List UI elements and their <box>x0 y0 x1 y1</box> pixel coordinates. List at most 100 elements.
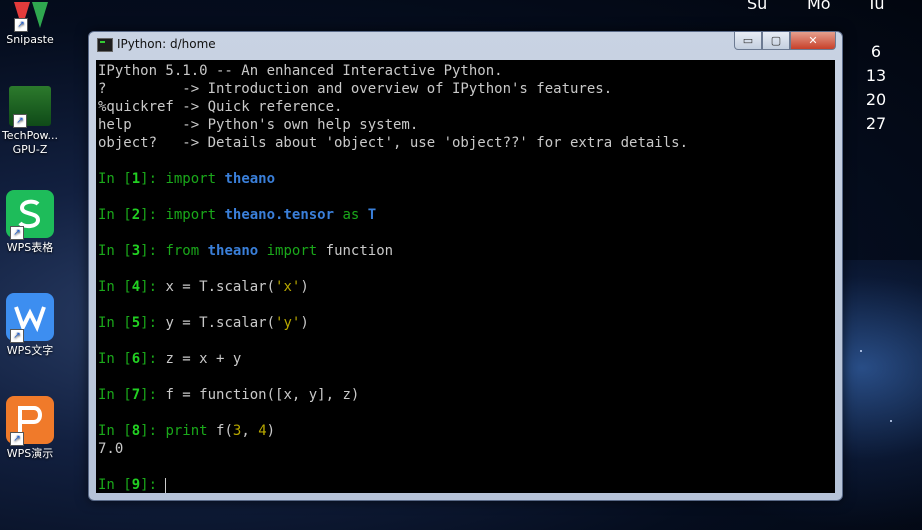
keyword: print <box>165 423 208 439</box>
code-text: f = function([x, y], z) <box>165 387 360 403</box>
wps-writer-icon: ↗ <box>6 293 54 343</box>
code-text: z = x + y <box>165 351 242 367</box>
wps-spreadsheet-icon: ↗ <box>6 190 54 240</box>
star <box>890 420 892 422</box>
code-text: y = T.scalar( <box>165 315 276 331</box>
ipython-window[interactable]: IPython: d/home ▭ ▢ ✕ IPython 5.1.0 -- A… <box>88 31 843 501</box>
keyword: as <box>342 207 360 223</box>
string-literal: 'x' <box>275 279 301 295</box>
banner-line: %quickref -> Quick reference. <box>98 99 343 115</box>
desktop-icon-gpuz[interactable]: ↗ TechPow... GPU-Z <box>0 86 60 157</box>
prompt-close: ]: <box>140 315 166 331</box>
keyword: from <box>165 243 200 259</box>
module-name: theano.tensor <box>224 207 335 223</box>
input-cell-3: In [3]: from theano import function <box>98 242 393 260</box>
code-text: x = T.scalar( <box>165 279 276 295</box>
string-literal: 'y' <box>275 315 301 331</box>
window-title: IPython: d/home <box>117 37 216 51</box>
prompt-number: 6 <box>131 351 141 367</box>
desktop-icon-wps-spreadsheet[interactable]: ↗ WPS表格 <box>0 190 60 255</box>
prompt-close: ]: <box>140 387 166 403</box>
console-output[interactable]: IPython 5.1.0 -- An enhanced Interactive… <box>96 60 835 493</box>
star <box>860 350 862 352</box>
prompt-close: ]: <box>140 243 166 259</box>
text-cursor <box>165 477 167 493</box>
prompt-number: 4 <box>131 279 141 295</box>
input-cell-7: In [7]: f = function([x, y], z) <box>98 386 359 404</box>
prompt-number: 5 <box>131 315 141 331</box>
desktop-icon-label: WPS演示 <box>6 447 54 460</box>
banner-line: object? -> Details about 'object', use '… <box>98 135 689 151</box>
desktop-icon-label: Snipaste <box>6 33 54 46</box>
module-name: theano <box>207 243 259 259</box>
desktop-icon-wps-presentation[interactable]: ↗ WPS演示 <box>0 396 60 461</box>
prompt-in: In [ <box>98 207 132 223</box>
prompt-number: 2 <box>131 207 141 223</box>
shortcut-arrow-icon: ↗ <box>10 226 24 240</box>
prompt-close: ]: <box>140 477 166 493</box>
code-text: , <box>241 423 259 439</box>
shortcut-arrow-icon: ↗ <box>14 18 28 32</box>
input-cell-1: In [1]: import theano <box>98 170 275 188</box>
code-text: ) <box>266 423 276 439</box>
banner-line: ? -> Introduction and overview of IPytho… <box>98 81 613 97</box>
code-text: function <box>325 243 394 259</box>
desktop-icon-label: TechPow... <box>1 129 59 142</box>
window-titlebar[interactable]: IPython: d/home ▭ ▢ ✕ <box>89 32 842 58</box>
prompt-in: In [ <box>98 243 132 259</box>
output-line: 7.0 <box>98 441 124 457</box>
prompt-close: ]: <box>140 423 166 439</box>
calendar-header-su: Su <box>747 0 768 13</box>
input-cell-4: In [4]: x = T.scalar('x') <box>98 278 309 296</box>
prompt-close: ]: <box>140 351 166 367</box>
desktop-icon-label-2: GPU-Z <box>12 143 48 156</box>
prompt-number: 1 <box>131 171 141 187</box>
prompt-number: 9 <box>131 477 141 493</box>
console-app-icon[interactable] <box>97 38 113 52</box>
calendar-header-tu: Tu <box>867 0 885 13</box>
maximize-button[interactable]: ▢ <box>762 32 790 50</box>
prompt-in: In [ <box>98 387 132 403</box>
module-name: theano <box>224 171 276 187</box>
gpuz-icon: ↗ <box>9 86 51 128</box>
input-cell-6: In [6]: z = x + y <box>98 350 241 368</box>
prompt-in: In [ <box>98 477 132 493</box>
prompt-in: In [ <box>98 171 132 187</box>
shortcut-arrow-icon: ↗ <box>10 329 24 343</box>
prompt-number: 3 <box>131 243 141 259</box>
prompt-in: In [ <box>98 351 132 367</box>
prompt-in: In [ <box>98 315 132 331</box>
minimize-button[interactable]: ▭ <box>734 32 762 50</box>
prompt-in: In [ <box>98 279 132 295</box>
prompt-number: 7 <box>131 387 141 403</box>
alias-name: T <box>367 207 377 223</box>
close-button[interactable]: ✕ <box>790 32 836 50</box>
keyword: import <box>165 171 217 187</box>
keyword: import <box>266 243 318 259</box>
input-cell-8: In [8]: print f(3, 4) <box>98 422 275 440</box>
snipaste-icon: ↗ <box>10 0 50 32</box>
shortcut-arrow-icon: ↗ <box>10 432 24 446</box>
shortcut-arrow-icon: ↗ <box>13 114 27 128</box>
code-text: ) <box>300 279 309 295</box>
code-text: ) <box>300 315 309 331</box>
prompt-close: ]: <box>140 207 166 223</box>
prompt-close: ]: <box>140 279 166 295</box>
calendar-day[interactable]: 13 <box>861 66 891 85</box>
desktop-icon-wps-writer[interactable]: ↗ WPS文字 <box>0 293 60 358</box>
input-cell-5: In [5]: y = T.scalar('y') <box>98 314 309 332</box>
desktop-icon-label: WPS文字 <box>6 344 54 357</box>
code-text: f( <box>207 423 233 439</box>
calendar-header-mo: Mo <box>807 0 831 13</box>
calendar-day[interactable]: 6 <box>861 42 891 61</box>
prompt-close: ]: <box>140 171 166 187</box>
active-input-line[interactable]: In [9]: <box>98 476 167 493</box>
prompt-number: 8 <box>131 423 141 439</box>
prompt-in: In [ <box>98 423 132 439</box>
input-cell-2: In [2]: import theano.tensor as T <box>98 206 376 224</box>
calendar-day[interactable]: 20 <box>861 90 891 109</box>
calendar-day[interactable]: 27 <box>861 114 891 133</box>
desktop-icon-label: WPS表格 <box>6 241 54 254</box>
banner-line: IPython 5.1.0 -- An enhanced Interactive… <box>98 63 503 79</box>
desktop-icon-snipaste[interactable]: ↗ Snipaste <box>0 0 60 47</box>
